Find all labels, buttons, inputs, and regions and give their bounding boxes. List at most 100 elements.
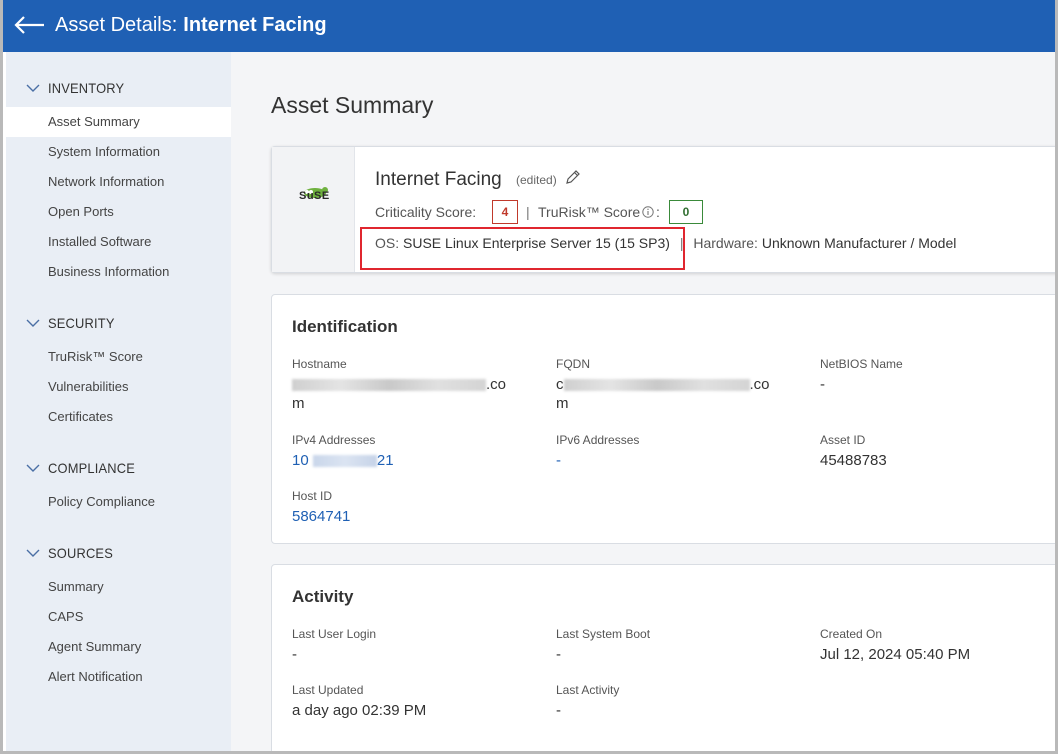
fqdn-label: FQDN: [556, 357, 590, 371]
sidebar-item-open-ports[interactable]: Open Ports: [6, 197, 231, 227]
asset-id-field: Asset ID 45488783: [820, 433, 1040, 470]
sidebar-item-asset-summary[interactable]: Asset Summary: [6, 107, 231, 137]
os-highlight-box: [360, 227, 685, 270]
hostname-field: Hostname .co m: [292, 357, 532, 413]
fqdn-suffix: .co: [749, 376, 770, 393]
hostname-suffix: .co: [486, 376, 507, 393]
last-system-boot-label: Last System Boot: [556, 627, 651, 641]
sidebar-section-label: SECURITY: [48, 315, 115, 331]
last-activity-label: Last Activity: [556, 683, 620, 697]
created-on-value: Jul 12, 2024 05:40 PM: [820, 646, 971, 663]
sidebar-item-agent-summary[interactable]: Agent Summary: [6, 632, 231, 662]
asset-id-value: 45488783: [820, 452, 887, 469]
header-title-asset: Internet Facing: [183, 14, 327, 36]
activity-title: Activity: [292, 587, 354, 606]
ipv4-prefix: 10: [292, 452, 309, 469]
host-id-field: Host ID 5864741: [292, 489, 532, 526]
last-system-boot-field: Last System Boot -: [556, 627, 796, 664]
netbios-label: NetBIOS Name: [820, 357, 903, 371]
criticality-score-label: Criticality Score:: [375, 204, 477, 220]
sidebar-item-policy-compliance[interactable]: Policy Compliance: [6, 487, 231, 517]
sidebar: INVENTORY Asset Summary System Informati…: [6, 52, 231, 751]
ipv6-value[interactable]: -: [556, 451, 796, 470]
sidebar-item-business-information[interactable]: Business Information: [6, 257, 231, 287]
info-icon[interactable]: [642, 206, 654, 218]
redacted-text: [563, 379, 750, 392]
sidebar-item-alert-notification[interactable]: Alert Notification: [6, 662, 231, 692]
last-system-boot-value: -: [556, 646, 561, 663]
asset-name: Internet Facing: [375, 169, 502, 190]
os-logo-panel: SuSE: [272, 147, 355, 272]
sidebar-section-sources[interactable]: SOURCES: [6, 541, 231, 565]
sidebar-item-caps[interactable]: CAPS: [6, 602, 231, 632]
page-title: Asset Summary: [271, 92, 434, 118]
separator: |: [526, 204, 530, 220]
ipv4-field: IPv4 Addresses 10 21: [292, 433, 532, 470]
suse-logo-text: SuSE: [299, 190, 330, 202]
ipv6-field: IPv6 Addresses -: [556, 433, 796, 470]
created-on-field: Created On Jul 12, 2024 05:40 PM: [820, 627, 1055, 664]
activity-card: Activity Last User Login - Last System B…: [271, 564, 1055, 751]
redacted-text: [312, 455, 377, 468]
page-header-title: Asset Details: Internet Facing: [55, 14, 327, 37]
sidebar-section-label: COMPLIANCE: [48, 460, 136, 476]
trurisk-score-badge: 0: [669, 200, 703, 224]
fqdn-value: c .co m: [556, 375, 796, 413]
netbios-value: -: [820, 376, 825, 393]
fqdn-line2: m: [556, 395, 569, 412]
sidebar-section-label: SOURCES: [48, 545, 113, 561]
chevron-down-icon: [26, 549, 40, 557]
pencil-icon[interactable]: [564, 169, 581, 186]
sidebar-section-compliance[interactable]: COMPLIANCE: [6, 456, 231, 480]
edited-label: (edited): [516, 173, 557, 187]
back-arrow-icon[interactable]: [13, 12, 47, 38]
hostname-label: Hostname: [292, 357, 347, 371]
netbios-field: NetBIOS Name -: [820, 357, 1040, 394]
criticality-score-badge: 4: [492, 200, 518, 224]
chevron-down-icon: [26, 84, 40, 92]
last-updated-value: a day ago 02:39 PM: [292, 702, 427, 719]
header-title-prefix: Asset Details:: [55, 14, 178, 36]
sidebar-item-network-information[interactable]: Network Information: [6, 167, 231, 197]
host-id-value[interactable]: 5864741: [292, 507, 532, 526]
hostname-value: .co m: [292, 375, 532, 413]
hardware-value: Unknown Manufacturer / Model: [761, 235, 957, 251]
identification-card: Identification Hostname .co m FQDN c .co …: [271, 294, 1055, 544]
sidebar-section-inventory[interactable]: INVENTORY: [6, 76, 231, 100]
trurisk-colon: :: [656, 204, 660, 220]
fqdn-prefix: c: [556, 376, 564, 393]
last-user-login-label: Last User Login: [292, 627, 377, 641]
asset-id-label: Asset ID: [820, 433, 866, 447]
sidebar-section-security[interactable]: SECURITY: [6, 311, 231, 335]
sidebar-item-vulnerabilities[interactable]: Vulnerabilities: [6, 372, 231, 402]
redacted-text: [292, 379, 486, 392]
sidebar-item-trurisk-score[interactable]: TruRisk™ Score: [6, 342, 231, 372]
ipv4-value[interactable]: 10 21: [292, 451, 532, 470]
app-window: Asset Details: Internet Facing INVENTORY …: [0, 0, 1058, 754]
last-updated-field: Last Updated a day ago 02:39 PM: [292, 683, 532, 720]
last-activity-value: -: [556, 702, 561, 719]
asset-summary-card: SuSE Internet Facing (edited) Criticalit…: [271, 146, 1055, 273]
ipv6-label: IPv6 Addresses: [556, 433, 640, 447]
identification-title: Identification: [292, 317, 398, 336]
hardware-label: Hardware:: [693, 235, 758, 251]
last-activity-field: Last Activity -: [556, 683, 796, 720]
sidebar-item-system-information[interactable]: System Information: [6, 137, 231, 167]
sidebar-section-label: INVENTORY: [48, 80, 125, 96]
sidebar-item-certificates[interactable]: Certificates: [6, 402, 231, 432]
last-user-login-field: Last User Login -: [292, 627, 532, 664]
last-updated-label: Last Updated: [292, 683, 364, 697]
hostname-line2: m: [292, 395, 305, 412]
sidebar-item-installed-software[interactable]: Installed Software: [6, 227, 231, 257]
header-bar: Asset Details: Internet Facing: [3, 0, 1055, 52]
last-user-login-value: -: [292, 646, 297, 663]
ipv4-label: IPv4 Addresses: [292, 433, 376, 447]
sidebar-item-summary[interactable]: Summary: [6, 572, 231, 602]
host-id-label: Host ID: [292, 489, 333, 503]
fqdn-field: FQDN c .co m: [556, 357, 796, 413]
chevron-down-icon: [26, 464, 40, 472]
chevron-down-icon: [26, 319, 40, 327]
trurisk-score-label: TruRisk™ Score: [538, 204, 641, 220]
ipv4-suffix: 21: [376, 452, 394, 469]
main-content: Asset Summary SuSE Internet Facing (edit…: [231, 52, 1055, 751]
